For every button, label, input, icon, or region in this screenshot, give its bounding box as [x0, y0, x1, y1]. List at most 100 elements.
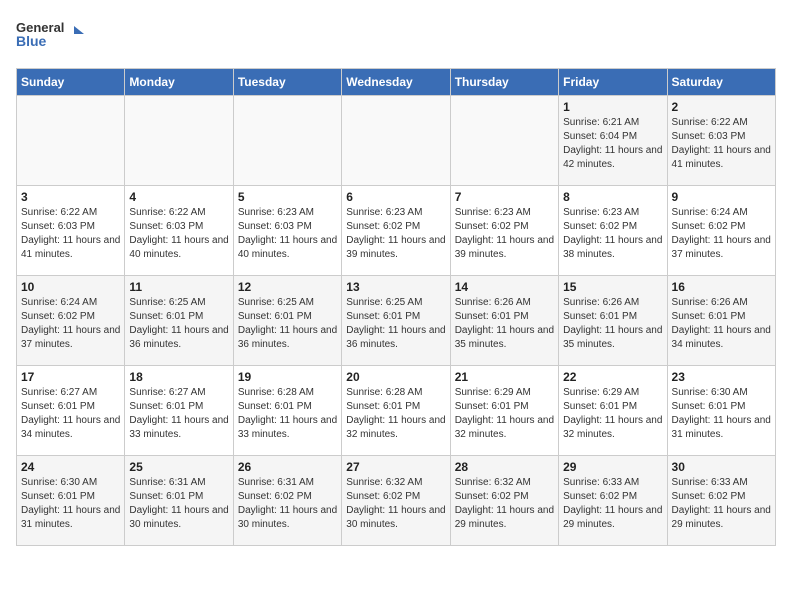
weekday-header-saturday: Saturday: [667, 69, 775, 96]
day-info: Sunrise: 6:29 AM Sunset: 6:01 PM Dayligh…: [455, 386, 554, 442]
day-number: 29: [563, 460, 662, 474]
day-info: Sunrise: 6:33 AM Sunset: 6:02 PM Dayligh…: [672, 476, 771, 532]
day-info: Sunrise: 6:33 AM Sunset: 6:02 PM Dayligh…: [563, 476, 662, 532]
day-number: 20: [346, 370, 445, 384]
calendar-cell: 27 Sunrise: 6:32 AM Sunset: 6:02 PM Dayli…: [342, 456, 450, 546]
day-info: Sunrise: 6:25 AM Sunset: 6:01 PM Dayligh…: [238, 296, 337, 352]
day-number: 28: [455, 460, 554, 474]
day-number: 25: [129, 460, 228, 474]
logo-svg: General Blue: [16, 16, 86, 56]
calendar-cell: 2 Sunrise: 6:22 AM Sunset: 6:03 PM Daylig…: [667, 96, 775, 186]
day-number: 9: [672, 190, 771, 204]
day-number: 5: [238, 190, 337, 204]
calendar-cell: 25 Sunrise: 6:31 AM Sunset: 6:01 PM Dayli…: [125, 456, 233, 546]
calendar-cell: 14 Sunrise: 6:26 AM Sunset: 6:01 PM Dayli…: [450, 276, 558, 366]
day-info: Sunrise: 6:31 AM Sunset: 6:01 PM Dayligh…: [129, 476, 228, 532]
calendar-cell: 12 Sunrise: 6:25 AM Sunset: 6:01 PM Dayli…: [233, 276, 341, 366]
calendar-cell: 18 Sunrise: 6:27 AM Sunset: 6:01 PM Dayli…: [125, 366, 233, 456]
weekday-header-monday: Monday: [125, 69, 233, 96]
calendar-cell: 21 Sunrise: 6:29 AM Sunset: 6:01 PM Dayli…: [450, 366, 558, 456]
day-info: Sunrise: 6:23 AM Sunset: 6:02 PM Dayligh…: [455, 206, 554, 262]
calendar-cell: [17, 96, 125, 186]
calendar-cell: 6 Sunrise: 6:23 AM Sunset: 6:02 PM Daylig…: [342, 186, 450, 276]
day-info: Sunrise: 6:26 AM Sunset: 6:01 PM Dayligh…: [563, 296, 662, 352]
day-info: Sunrise: 6:25 AM Sunset: 6:01 PM Dayligh…: [346, 296, 445, 352]
calendar-cell: [125, 96, 233, 186]
day-number: 23: [672, 370, 771, 384]
day-number: 16: [672, 280, 771, 294]
day-number: 12: [238, 280, 337, 294]
calendar-cell: 4 Sunrise: 6:22 AM Sunset: 6:03 PM Daylig…: [125, 186, 233, 276]
day-number: 24: [21, 460, 120, 474]
day-number: 6: [346, 190, 445, 204]
calendar-week-2: 3 Sunrise: 6:22 AM Sunset: 6:03 PM Daylig…: [17, 186, 776, 276]
weekday-header-friday: Friday: [559, 69, 667, 96]
calendar-cell: 15Sunrise: 6:26 AM Sunset: 6:01 PM Dayli…: [559, 276, 667, 366]
svg-text:Blue: Blue: [16, 33, 47, 49]
day-number: 7: [455, 190, 554, 204]
day-info: Sunrise: 6:25 AM Sunset: 6:01 PM Dayligh…: [129, 296, 228, 352]
calendar-cell: 13Sunrise: 6:25 AM Sunset: 6:01 PM Dayli…: [342, 276, 450, 366]
calendar-cell: 7 Sunrise: 6:23 AM Sunset: 6:02 PM Daylig…: [450, 186, 558, 276]
calendar-cell: [233, 96, 341, 186]
day-number: 3: [21, 190, 120, 204]
day-number: 4: [129, 190, 228, 204]
calendar-cell: 17 Sunrise: 6:27 AM Sunset: 6:01 PM Dayli…: [17, 366, 125, 456]
calendar-cell: 20 Sunrise: 6:28 AM Sunset: 6:01 PM Dayli…: [342, 366, 450, 456]
day-info: Sunrise: 6:30 AM Sunset: 6:01 PM Dayligh…: [672, 386, 771, 442]
weekday-header-thursday: Thursday: [450, 69, 558, 96]
calendar-week-1: 1 Sunrise: 6:21 AM Sunset: 6:04 PM Daylig…: [17, 96, 776, 186]
calendar-cell: 23 Sunrise: 6:30 AM Sunset: 6:01 PM Dayli…: [667, 366, 775, 456]
day-info: Sunrise: 6:24 AM Sunset: 6:02 PM Dayligh…: [21, 296, 120, 352]
day-number: 2: [672, 100, 771, 114]
day-number: 8: [563, 190, 662, 204]
day-info: Sunrise: 6:21 AM Sunset: 6:04 PM Dayligh…: [563, 116, 662, 172]
day-info: Sunrise: 6:29 AM Sunset: 6:01 PM Dayligh…: [563, 386, 662, 442]
day-info: Sunrise: 6:22 AM Sunset: 6:03 PM Dayligh…: [21, 206, 120, 262]
day-info: Sunrise: 6:23 AM Sunset: 6:03 PM Dayligh…: [238, 206, 337, 262]
day-number: 17: [21, 370, 120, 384]
calendar-cell: [450, 96, 558, 186]
day-info: Sunrise: 6:32 AM Sunset: 6:02 PM Dayligh…: [346, 476, 445, 532]
day-info: Sunrise: 6:27 AM Sunset: 6:01 PM Dayligh…: [21, 386, 120, 442]
calendar-cell: 10 Sunrise: 6:24 AM Sunset: 6:02 PM Dayli…: [17, 276, 125, 366]
calendar-cell: 3 Sunrise: 6:22 AM Sunset: 6:03 PM Daylig…: [17, 186, 125, 276]
calendar-cell: 11 Sunrise: 6:25 AM Sunset: 6:01 PM Dayli…: [125, 276, 233, 366]
day-info: Sunrise: 6:24 AM Sunset: 6:02 PM Dayligh…: [672, 206, 771, 262]
calendar-cell: 5 Sunrise: 6:23 AM Sunset: 6:03 PM Daylig…: [233, 186, 341, 276]
calendar-cell: 30 Sunrise: 6:33 AM Sunset: 6:02 PM Dayli…: [667, 456, 775, 546]
calendar-cell: 16Sunrise: 6:26 AM Sunset: 6:01 PM Dayli…: [667, 276, 775, 366]
day-info: Sunrise: 6:23 AM Sunset: 6:02 PM Dayligh…: [563, 206, 662, 262]
day-info: Sunrise: 6:23 AM Sunset: 6:02 PM Dayligh…: [346, 206, 445, 262]
calendar-cell: 29 Sunrise: 6:33 AM Sunset: 6:02 PM Dayli…: [559, 456, 667, 546]
day-number: 11: [129, 280, 228, 294]
day-number: 26: [238, 460, 337, 474]
calendar-cell: 26Sunrise: 6:31 AM Sunset: 6:02 PM Dayli…: [233, 456, 341, 546]
calendar-cell: 28 Sunrise: 6:32 AM Sunset: 6:02 PM Dayli…: [450, 456, 558, 546]
day-number: 22: [563, 370, 662, 384]
day-info: Sunrise: 6:32 AM Sunset: 6:02 PM Dayligh…: [455, 476, 554, 532]
day-info: Sunrise: 6:28 AM Sunset: 6:01 PM Dayligh…: [346, 386, 445, 442]
day-number: 14: [455, 280, 554, 294]
day-number: 18: [129, 370, 228, 384]
day-info: Sunrise: 6:26 AM Sunset: 6:01 PM Dayligh…: [455, 296, 554, 352]
day-number: 1: [563, 100, 662, 114]
header: General Blue: [16, 16, 776, 56]
day-info: Sunrise: 6:27 AM Sunset: 6:01 PM Dayligh…: [129, 386, 228, 442]
weekday-header-sunday: Sunday: [17, 69, 125, 96]
day-info: Sunrise: 6:30 AM Sunset: 6:01 PM Dayligh…: [21, 476, 120, 532]
weekday-header-tuesday: Tuesday: [233, 69, 341, 96]
day-number: 27: [346, 460, 445, 474]
day-number: 19: [238, 370, 337, 384]
calendar-cell: 8 Sunrise: 6:23 AM Sunset: 6:02 PM Daylig…: [559, 186, 667, 276]
calendar-cell: 22 Sunrise: 6:29 AM Sunset: 6:01 PM Dayli…: [559, 366, 667, 456]
day-info: Sunrise: 6:22 AM Sunset: 6:03 PM Dayligh…: [672, 116, 771, 172]
calendar-cell: 9 Sunrise: 6:24 AM Sunset: 6:02 PM Daylig…: [667, 186, 775, 276]
weekday-header-wednesday: Wednesday: [342, 69, 450, 96]
calendar-week-4: 17 Sunrise: 6:27 AM Sunset: 6:01 PM Dayli…: [17, 366, 776, 456]
day-number: 21: [455, 370, 554, 384]
calendar-cell: [342, 96, 450, 186]
day-number: 30: [672, 460, 771, 474]
day-info: Sunrise: 6:22 AM Sunset: 6:03 PM Dayligh…: [129, 206, 228, 262]
day-number: 10: [21, 280, 120, 294]
